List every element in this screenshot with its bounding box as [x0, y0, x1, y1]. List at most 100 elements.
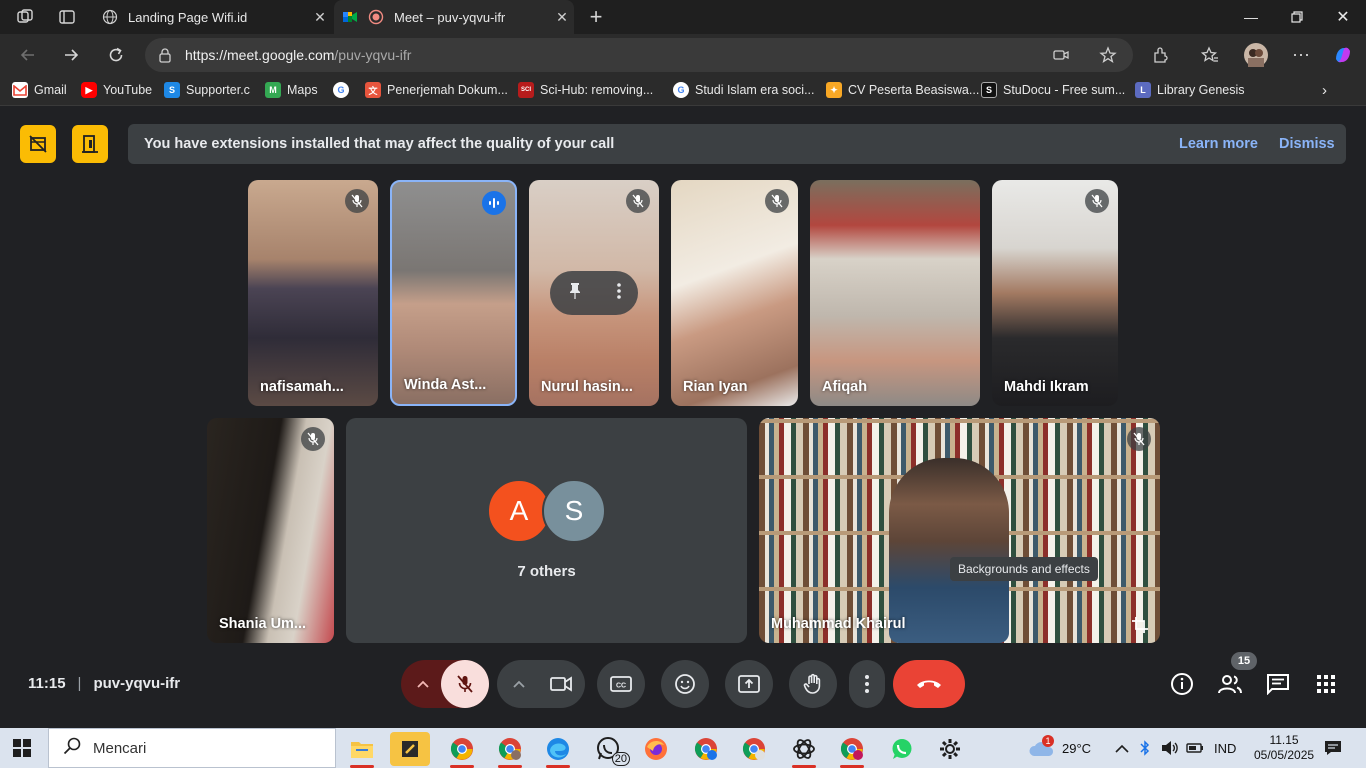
chrome-profile-icon[interactable]: [734, 732, 774, 766]
chat-icon[interactable]: [1264, 670, 1292, 698]
pin-icon[interactable]: [568, 282, 582, 305]
participant-tile[interactable]: Rian Iyan: [671, 180, 798, 406]
favorites-icon[interactable]: [1197, 42, 1223, 68]
companion-mode-button[interactable]: [72, 125, 108, 163]
participant-tile[interactable]: nafisamah...: [248, 180, 378, 406]
bookmark-supporter[interactable]: S Supporter.c: [164, 82, 250, 98]
raise-hand-button[interactable]: [789, 660, 837, 708]
microphone-toggle-button[interactable]: [441, 660, 489, 708]
microphone-control-group: [401, 660, 489, 708]
tile-hover-actions: [550, 271, 638, 315]
extension-warning-button[interactable]: [20, 125, 56, 163]
camera-in-use-icon[interactable]: [1048, 42, 1074, 68]
lock-icon[interactable]: [145, 47, 185, 63]
chrome-profile-icon[interactable]: [686, 732, 726, 766]
notifications-icon[interactable]: [1324, 728, 1342, 768]
close-window-icon[interactable]: ✕: [1320, 0, 1366, 34]
present-to-all-icon: [738, 675, 760, 693]
video-settings-chevron-icon[interactable]: [497, 660, 541, 708]
people-icon[interactable]: [1216, 670, 1244, 698]
profile-avatar-icon[interactable]: [1243, 42, 1269, 68]
more-options-icon[interactable]: ⋯: [1288, 42, 1314, 68]
google-icon: G: [673, 82, 689, 98]
chrome-icon[interactable]: [442, 732, 482, 768]
meeting-time: 11:15: [28, 675, 66, 692]
file-explorer-icon[interactable]: [342, 732, 382, 768]
temperature-text: 29°C: [1062, 740, 1092, 756]
edge-icon[interactable]: [538, 732, 578, 768]
windows-start-icon[interactable]: [13, 739, 31, 762]
bookmark-gmail[interactable]: Gmail: [12, 82, 67, 98]
audio-settings-chevron-icon[interactable]: [401, 660, 445, 708]
battery-network-icon[interactable]: [1186, 728, 1204, 768]
show-hidden-icons-chevron-icon[interactable]: [1115, 728, 1129, 768]
mic-off-icon: [765, 189, 789, 213]
participant-tile[interactable]: Afiqah: [810, 180, 980, 406]
no-video-icon: [29, 135, 47, 153]
reactions-button[interactable]: [661, 660, 709, 708]
bluetooth-icon[interactable]: [1140, 728, 1150, 768]
present-screen-button[interactable]: [725, 660, 773, 708]
participant-tile-active-speaker[interactable]: Winda Ast...: [390, 180, 517, 406]
captions-button[interactable]: CC: [597, 660, 645, 708]
others-tile[interactable]: A S 7 others: [346, 418, 747, 643]
tab-actions-icon[interactable]: [56, 6, 78, 28]
google-icon: G: [333, 82, 349, 98]
bookmarks-overflow-chevron-icon[interactable]: ›: [1322, 82, 1327, 99]
input-language[interactable]: IND: [1214, 728, 1236, 768]
favorite-star-icon[interactable]: [1095, 42, 1121, 68]
whatsapp-icon[interactable]: 20: [588, 732, 630, 766]
chrome-profile-icon[interactable]: [490, 732, 530, 768]
more-options-button[interactable]: [849, 660, 885, 708]
new-tab-icon[interactable]: +: [585, 4, 607, 29]
workspaces-icon[interactable]: [14, 6, 36, 28]
bookmark-studi-islam[interactable]: G Studi Islam era soci...: [673, 82, 815, 98]
whatsapp-green-icon[interactable]: [882, 732, 922, 766]
activities-grid-icon[interactable]: [1312, 670, 1340, 698]
learn-more-link[interactable]: Learn more: [1179, 136, 1258, 152]
close-tab-icon[interactable]: ✕: [550, 9, 574, 26]
participant-name: nafisamah...: [260, 379, 344, 395]
backgrounds-effects-tooltip: Backgrounds and effects: [950, 557, 1098, 581]
tab-meet[interactable]: Meet – puv-yqvu-ifr ✕: [334, 0, 574, 34]
participant-tile[interactable]: Nurul hasin...: [529, 180, 659, 406]
camera-toggle-button[interactable]: [537, 660, 585, 708]
bookmark-maps[interactable]: M Maps: [265, 82, 318, 98]
address-bar[interactable]: https://meet.google.com/puv-yqvu-ifr: [145, 38, 1133, 72]
system-clock[interactable]: 11.15 05/05/2025: [1254, 728, 1314, 768]
more-vert-icon[interactable]: [616, 282, 621, 304]
people-count-badge: 15: [1231, 652, 1257, 670]
bookmark-cv-peserta[interactable]: ✦ CV Peserta Beasiswa...: [826, 82, 979, 98]
copilot-icon[interactable]: [1330, 42, 1356, 68]
participant-tile-self[interactable]: Muhammad Khairul: [759, 418, 1160, 643]
bookmark-studocu[interactable]: S StuDocu - Free sum...: [981, 82, 1125, 98]
settings-gear-icon[interactable]: [930, 732, 970, 766]
firefox-icon[interactable]: [636, 732, 676, 766]
recording-icon: [368, 9, 384, 25]
leave-call-button[interactable]: [893, 660, 965, 708]
bookmark-scihub[interactable]: SCI Sci-Hub: removing...: [518, 82, 653, 98]
taskbar-search-box[interactable]: Mencari: [48, 728, 336, 768]
participant-tile[interactable]: Mahdi Ikram: [992, 180, 1118, 406]
bookmark-google[interactable]: G: [333, 82, 355, 98]
volume-icon[interactable]: [1161, 728, 1179, 768]
refresh-icon[interactable]: [102, 42, 130, 68]
weather-widget[interactable]: 1 29°C: [1028, 728, 1091, 768]
back-icon[interactable]: [14, 42, 42, 68]
bookmark-youtube[interactable]: ▶ YouTube: [81, 82, 152, 98]
dismiss-button[interactable]: Dismiss: [1279, 136, 1335, 152]
close-tab-icon[interactable]: ✕: [308, 9, 332, 26]
restore-icon[interactable]: [1274, 0, 1320, 34]
crop-icon[interactable]: [1128, 614, 1152, 636]
forward-icon[interactable]: [57, 42, 85, 68]
chatgpt-icon[interactable]: [784, 732, 824, 768]
extensions-icon[interactable]: [1148, 42, 1174, 68]
sticky-notes-icon[interactable]: [390, 732, 430, 766]
tab-landing-page[interactable]: Landing Page Wifi.id ✕: [92, 0, 332, 34]
participant-tile[interactable]: Shania Um...: [207, 418, 334, 643]
bookmark-penerjemah[interactable]: 文 Penerjemah Dokum...: [365, 82, 508, 98]
bookmark-libgen[interactable]: L Library Genesis: [1135, 82, 1245, 98]
meeting-details-icon[interactable]: [1168, 670, 1196, 698]
chrome-gmail-profile-icon[interactable]: [832, 732, 872, 768]
minimize-icon[interactable]: —: [1228, 0, 1274, 34]
